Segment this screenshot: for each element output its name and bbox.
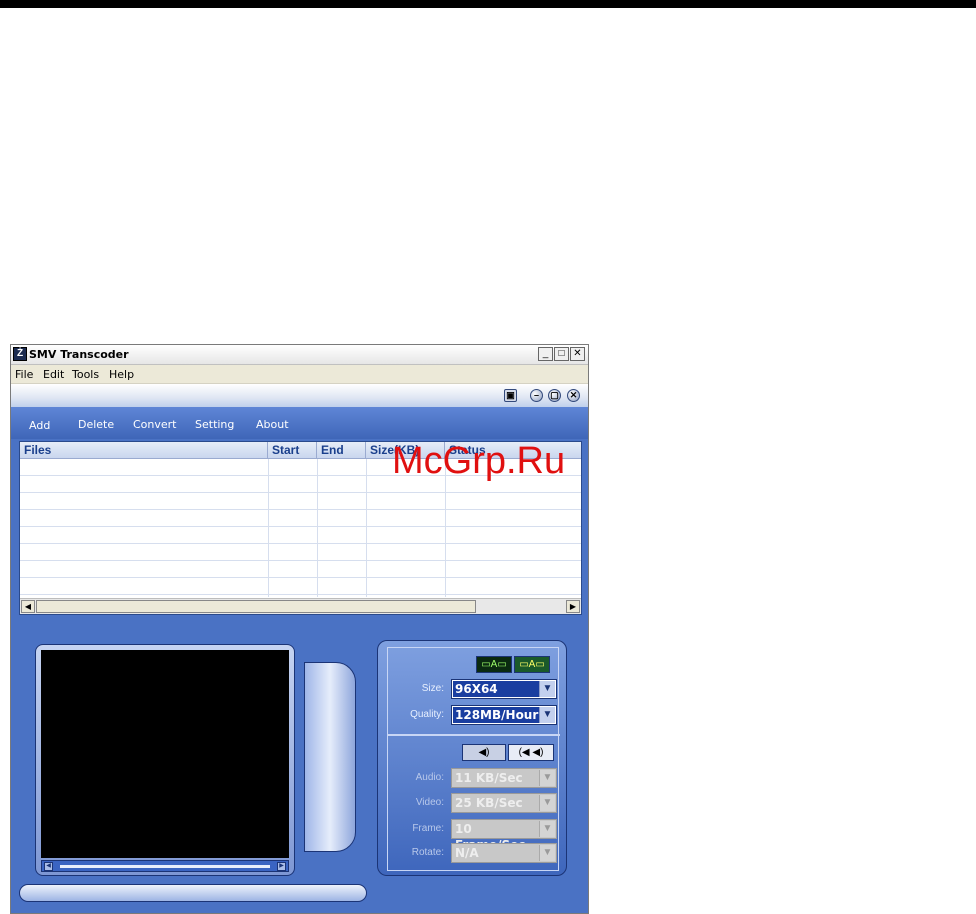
audio-mono-button[interactable]: ◀): [462, 744, 506, 761]
frame-label: Frame:: [412, 823, 444, 834]
title-bar[interactable]: Ż SMV Transcoder _ □ ✕: [11, 345, 588, 365]
frame-select[interactable]: 10 Frame/Sec ▼: [451, 819, 557, 852]
table-row[interactable]: [20, 544, 581, 561]
menu-bar: File Edit Tools Help: [11, 365, 588, 384]
preview-panel: ◀ ▶: [19, 640, 375, 878]
video-label: Video:: [415, 797, 444, 808]
chevron-down-icon[interactable]: ▼: [539, 795, 555, 811]
column-divider: [366, 459, 367, 597]
menu-tools[interactable]: Tools: [72, 368, 99, 381]
size-value: 96X64: [453, 681, 539, 697]
skin-close-button[interactable]: ✕: [567, 389, 580, 402]
rotate-label: Rotate:: [411, 847, 444, 858]
column-start[interactable]: Start: [268, 442, 317, 459]
chevron-down-icon[interactable]: ▼: [539, 770, 555, 786]
table-row[interactable]: [20, 578, 581, 595]
video-stretch-mode-button[interactable]: ▭A▭: [514, 656, 550, 673]
menu-help[interactable]: Help: [109, 368, 134, 381]
page-top-border: [0, 0, 976, 8]
scroll-thumb[interactable]: [36, 600, 476, 613]
setting-button[interactable]: Setting: [195, 418, 234, 431]
app-window: Ż SMV Transcoder _ □ ✕ File Edit Tools H…: [10, 344, 589, 914]
window-title: SMV Transcoder: [29, 348, 129, 361]
size-label: Size:: [421, 683, 444, 694]
quality-label: Quality:: [410, 709, 444, 720]
menu-file[interactable]: File: [15, 368, 33, 381]
seek-track[interactable]: [60, 865, 270, 868]
scroll-right-icon[interactable]: ▶: [566, 600, 580, 613]
table-row[interactable]: [20, 510, 581, 527]
quality-select[interactable]: 128MB/Hour ▼: [451, 705, 557, 725]
audio-label: Audio:: [415, 772, 444, 783]
maximize-button[interactable]: □: [554, 347, 569, 361]
column-end[interactable]: End: [317, 442, 366, 459]
menu-edit[interactable]: Edit: [43, 368, 64, 381]
settings-divider: [388, 734, 560, 736]
column-divider: [268, 459, 269, 597]
column-files[interactable]: Files: [20, 442, 268, 459]
skin-top-bar: ▣ – ▢ ✕: [11, 384, 588, 407]
video-select[interactable]: 25 KB/Sec ▼: [451, 793, 557, 813]
size-select[interactable]: 96X64 ▼: [451, 679, 557, 699]
close-button[interactable]: ✕: [570, 347, 585, 361]
watermark-text: McGrp.Ru: [392, 440, 566, 482]
save-icon[interactable]: ▣: [504, 389, 517, 402]
chevron-down-icon[interactable]: ▼: [539, 821, 555, 837]
convert-button[interactable]: Convert: [133, 418, 177, 431]
video-fit-mode-button[interactable]: ▭A▭: [476, 656, 512, 673]
quality-value: 128MB/Hour: [453, 707, 539, 723]
about-button[interactable]: About: [256, 418, 289, 431]
seek-back-icon[interactable]: ◀: [44, 862, 53, 871]
table-row[interactable]: [20, 493, 581, 510]
column-divider: [317, 459, 318, 597]
skin-minimize-button[interactable]: –: [530, 389, 543, 402]
audio-stereo-button[interactable]: (◀ ◀): [508, 744, 554, 761]
table-row[interactable]: [20, 527, 581, 544]
video-preview: [41, 650, 289, 858]
rotate-select[interactable]: N/A ▼: [451, 843, 557, 863]
frame-value: 10 Frame/Sec: [453, 821, 539, 852]
audio-select[interactable]: 11 KB/Sec ▼: [451, 768, 557, 788]
app-icon: Ż: [13, 347, 27, 361]
video-value: 25 KB/Sec: [453, 795, 539, 811]
toolbar: Add Delete Convert Setting About: [11, 407, 588, 439]
preview-side-handle: [304, 662, 356, 852]
skin-restore-button[interactable]: ▢: [548, 389, 561, 402]
chevron-down-icon[interactable]: ▼: [539, 681, 555, 697]
seek-forward-icon[interactable]: ▶: [277, 862, 286, 871]
conversion-progress-bar: [19, 884, 367, 902]
audio-value: 11 KB/Sec: [453, 770, 539, 786]
seek-bar[interactable]: ◀ ▶: [41, 860, 289, 872]
preview-frame: ◀ ▶: [35, 644, 295, 876]
horizontal-scrollbar[interactable]: ◀ ▶: [20, 598, 581, 614]
settings-inner: ▭A▭ ▭A▭ Size: 96X64 ▼ Quality: 128MB/Hou…: [387, 647, 560, 871]
rotate-value: N/A: [453, 845, 539, 861]
table-row[interactable]: [20, 561, 581, 578]
delete-button[interactable]: Delete: [78, 418, 114, 431]
add-button[interactable]: Add: [29, 419, 50, 432]
chevron-down-icon[interactable]: ▼: [539, 707, 555, 723]
settings-panel: ▭A▭ ▭A▭ Size: 96X64 ▼ Quality: 128MB/Hou…: [377, 640, 567, 876]
minimize-button[interactable]: _: [538, 347, 553, 361]
scroll-left-icon[interactable]: ◀: [21, 600, 35, 613]
chevron-down-icon[interactable]: ▼: [539, 845, 555, 861]
